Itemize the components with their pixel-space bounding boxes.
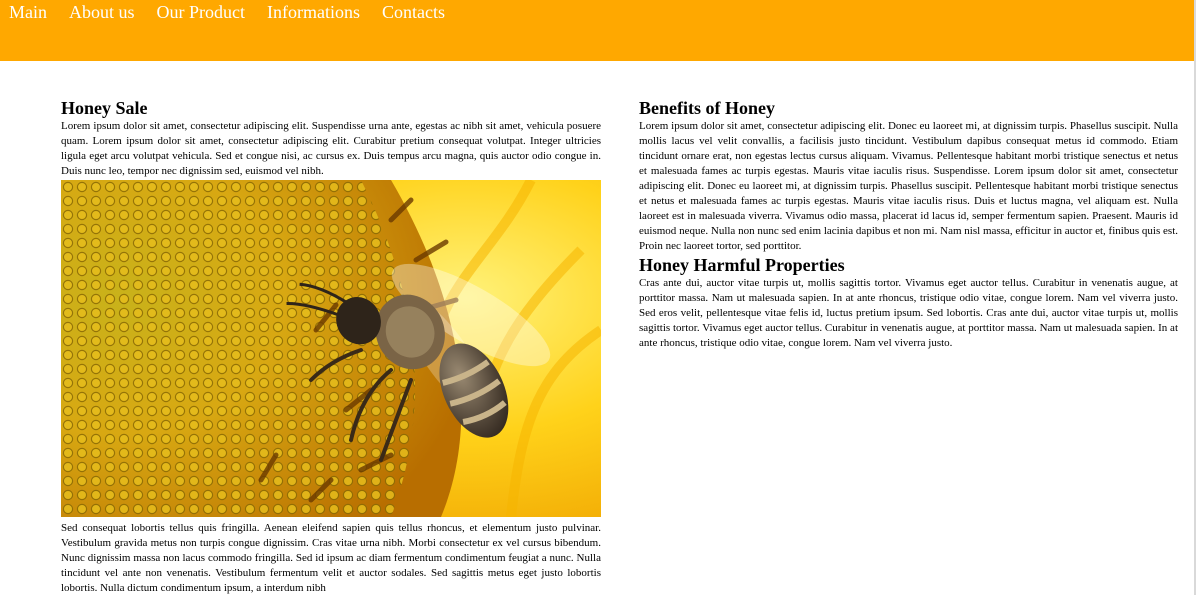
- nav-contacts[interactable]: Contacts: [382, 2, 445, 22]
- harmful-text: Cras ante dui, auctor vitae turpis ut, m…: [639, 277, 1178, 349]
- nav-our-product[interactable]: Our Product: [157, 2, 246, 22]
- main-nav: Main About us Our Product Informations C…: [9, 2, 467, 22]
- bee-on-sunflower-photo: [61, 180, 601, 517]
- nav-about-us[interactable]: About us: [69, 2, 135, 22]
- header-bar: Main About us Our Product Informations C…: [0, 0, 1194, 61]
- info-section: Benefits of Honey Lorem ipsum dolor sit …: [639, 97, 1178, 351]
- benefits-text: Lorem ipsum dolor sit amet, consectetur …: [639, 120, 1178, 252]
- nav-informations[interactable]: Informations: [267, 2, 360, 22]
- nav-main[interactable]: Main: [9, 2, 47, 22]
- harmful-title: Honey Harmful Properties: [639, 255, 845, 275]
- honey-sale-body: Sed consequat lobortis tellus quis fring…: [61, 522, 601, 594]
- honey-sale-intro: Lorem ipsum dolor sit amet, consectetur …: [61, 120, 601, 177]
- honey-sale-section: Honey Sale Lorem ipsum dolor sit amet, c…: [61, 97, 601, 596]
- benefits-title: Benefits of Honey: [639, 98, 775, 118]
- honey-sale-title: Honey Sale: [61, 98, 148, 118]
